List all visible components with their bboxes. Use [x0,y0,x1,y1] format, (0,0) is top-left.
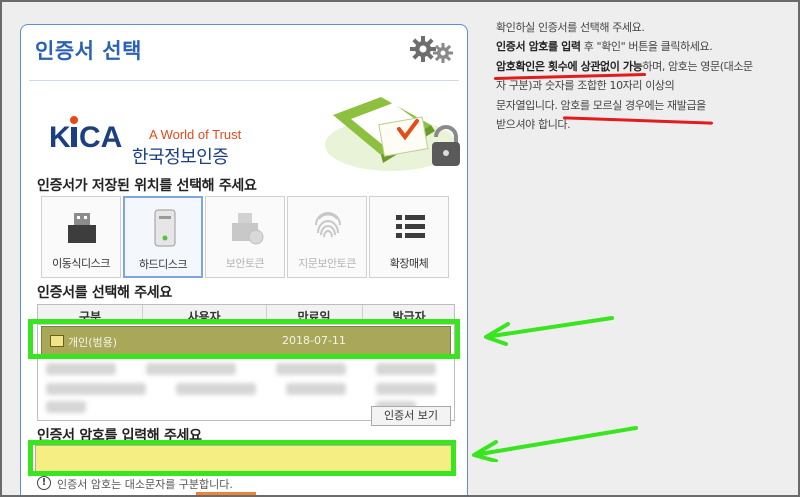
password-hint-text: 인증서 암호는 대소문자를 구분합니다. [57,478,233,491]
hard-disk-icon [145,208,185,248]
storage-removable-disk-button[interactable]: 이동식디스크 [41,196,121,278]
storage-extended-media-button[interactable]: 확장매체 [369,196,449,278]
gear-icon[interactable] [409,35,455,65]
storage-hard-disk-button[interactable]: 하드디스크 [123,196,203,278]
arrow-left-icon [472,426,638,462]
tagline: A World of Trust [149,127,242,142]
svg-text:K: K [49,121,71,154]
info-icon: ! [37,476,51,490]
instruction-line: 인증서 암호를 입력 후 "확인" 버튼을 클릭하세요. [496,37,786,56]
storage-label: 하드디스크 [138,258,188,271]
usb-drive-icon [62,207,102,247]
instruction-text: 문자열입니다. [496,98,561,112]
kica-logo: K CA [49,115,122,155]
svg-text:CA: CA [79,121,122,154]
dialog-title: 인증서 선택 [35,39,142,63]
kica-banner: K CA A World of Trust 한국정보인증 [29,85,461,180]
storage-label: 이동식디스크 [52,257,110,270]
title-divider [29,80,459,81]
confirm-button-edge[interactable] [196,492,256,497]
instruction-line: 문자열입니다. 암호를 모르실 경우에는 재발급을 [496,96,786,115]
arrow-left-icon [484,316,614,346]
banner-illustration [311,85,461,180]
storage-heading: 인증서가 저장된 위치를 선택해 주세요 [37,178,257,194]
instruction-emphasis: 인증서 암호를 입력 [496,40,581,54]
instruction-text: 후 "확인" 버튼을 클릭하세요. [580,40,713,54]
view-certificate-button[interactable]: 인증서 보기 [371,406,451,426]
password-field-highlight [28,440,456,476]
instruction-line: 자 구분)과 숫자를 조합한 10자리 이상의 [496,79,675,93]
storage-security-token-button[interactable]: 보안토큰 [205,196,285,278]
instruction-line: 확인하실 인증서를 선택해 주세요. [496,21,645,34]
cert-list-heading: 인증서를 선택해 주세요 [37,285,172,301]
instruction-text: 하며, 암호는 영문(대소문 [642,59,753,73]
selected-row-highlight [28,319,460,359]
storage-fingerprint-token-button[interactable]: 지문보안토큰 [287,196,367,278]
fingerprint-icon [308,207,348,247]
storage-label: 지문보안토큰 [298,257,356,270]
storage-label: 확장매체 [389,257,429,270]
instruction-emphasis: 암호확인은 횟수에 상관없이 가능 [496,59,643,73]
certificate-dialog: 인증서 선택 K CA A World of Trust 한국정보인증 인증서가… [20,24,468,497]
security-token-icon [226,207,266,247]
storage-label: 보안토큰 [225,257,265,270]
org-name: 한국정보인증 [132,147,229,168]
list-icon [390,207,430,247]
instruction-text: 암호를 모르실 경우에는 재발급을 [560,98,707,112]
instruction-line: 받으셔야 합니다. [496,118,571,132]
